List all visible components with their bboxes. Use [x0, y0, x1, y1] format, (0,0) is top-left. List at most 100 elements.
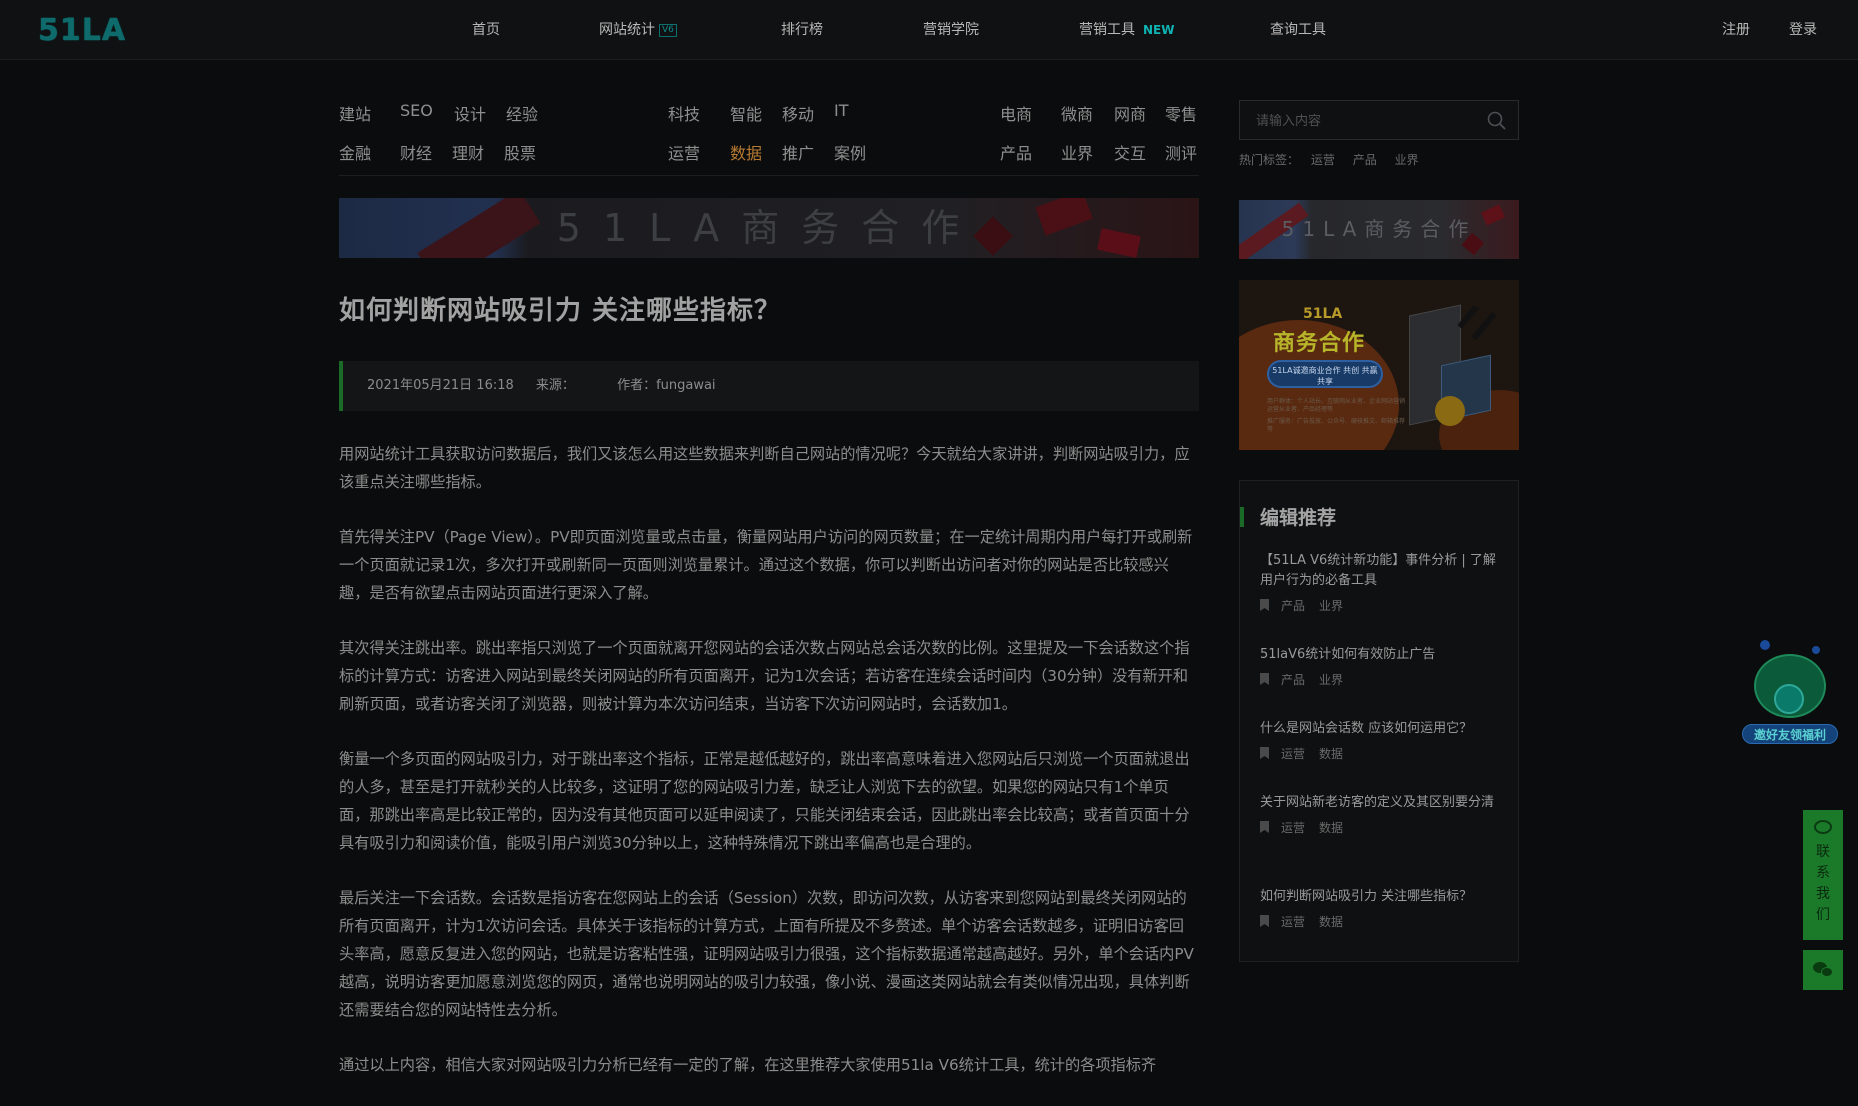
wechat-icon-part [1821, 967, 1833, 977]
banner-brand: 51LA [1303, 306, 1343, 322]
site-logo[interactable]: 51LA [38, 13, 126, 48]
contact-us-button[interactable]: 联系我们 [1803, 810, 1843, 940]
category-link[interactable]: 业界 [1061, 140, 1093, 164]
article-meta: 2021年05月21日 16:18 来源： 作者：fungawai [339, 361, 1199, 411]
article-paragraph: 衡量一个多页面的网站吸引力，对于跳出率这个指标，正常是越低越好的，跳出率高意味着… [339, 750, 1190, 852]
banner-text: 51LA商务合作 [556, 206, 982, 250]
category-link[interactable]: 经验 [506, 101, 538, 125]
article-paragraph: 用网站统计工具获取访问数据后，我们又该怎么用这些数据来判断自己网站的情况呢？今天… [339, 445, 1190, 491]
tag[interactable]: 数据 [1319, 915, 1343, 929]
category-link[interactable]: 理财 [452, 140, 484, 164]
login-link[interactable]: 登录 [1789, 0, 1817, 60]
article-paragraph: 首先得关注PV（Page View）。PV即页面浏览量或点击量，衡量网站用户访问… [339, 528, 1193, 602]
tag[interactable]: 运营 [1281, 915, 1305, 929]
bubble-decoration [1812, 646, 1820, 654]
nav-marketing-tools[interactable]: 营销工具 NEW [1079, 0, 1174, 60]
category-link[interactable]: IT [834, 101, 849, 120]
category-link[interactable]: 测评 [1165, 140, 1197, 164]
nav-home[interactable]: 首页 [472, 0, 500, 60]
tag[interactable]: 数据 [1319, 821, 1343, 835]
coin-icon [1774, 684, 1804, 714]
category-link[interactable]: 推广 [782, 140, 814, 164]
bookmark-icon [1260, 747, 1269, 759]
sidebar-cooperation-banner[interactable]: 51LA商务合作 [1239, 200, 1519, 259]
accent-bar [1240, 507, 1244, 527]
category-link[interactable]: 股票 [504, 140, 536, 164]
category-link[interactable]: 科技 [668, 101, 700, 125]
nav-ranking[interactable]: 排行榜 [781, 0, 823, 60]
nav-query-tools[interactable]: 查询工具 [1270, 0, 1326, 60]
banner-illustration [1435, 396, 1465, 426]
category-link[interactable]: 移动 [782, 101, 814, 125]
recommend-item-title[interactable]: 关于网站新老访客的定义及其区别要分清 [1260, 793, 1500, 813]
recommend-item-title[interactable]: 什么是网站会话数 应该如何运用它？ [1260, 719, 1500, 739]
bookmark-icon [1260, 915, 1269, 927]
category-link[interactable]: 网商 [1114, 101, 1146, 125]
recommend-item[interactable]: 51laV6统计如何有效防止广告 产品 业界 [1260, 645, 1500, 688]
nav-marketing-academy-label: 营销学院 [923, 22, 979, 38]
bookmark-icon [1260, 673, 1269, 685]
v6-badge: V6 [659, 24, 677, 37]
business-cooperation-banner[interactable]: 51LA商务合作 [339, 198, 1199, 258]
nav-site-stats-label: 网站统计 [599, 22, 655, 38]
invite-friends-widget[interactable]: 邀好友领福利 [1740, 636, 1840, 748]
tag[interactable]: 运营 [1281, 747, 1305, 761]
bookmark-icon [1260, 821, 1269, 833]
nav-home-label: 首页 [472, 22, 500, 38]
category-link[interactable]: 电商 [1000, 101, 1032, 125]
tag[interactable]: 业界 [1319, 673, 1343, 687]
article-author: 作者：fungawai [617, 378, 716, 393]
category-link[interactable]: 微商 [1061, 101, 1093, 125]
category-link[interactable]: 零售 [1165, 101, 1197, 125]
category-link[interactable]: 建站 [339, 101, 371, 125]
article-paragraph: 其次得关注跳出率。跳出率指只浏览了一个页面就离开您网站的会话次数占网站总会话次数… [339, 639, 1190, 713]
category-link[interactable]: 设计 [454, 101, 486, 125]
invite-friends-label[interactable]: 邀好友领福利 [1742, 724, 1838, 744]
banner-fineprint: 推广服务：广告投放、公众号、硬核推文、邮箱推荐等 [1267, 418, 1406, 433]
recommend-item[interactable]: 什么是网站会话数 应该如何运用它？ 运营 数据 [1260, 719, 1500, 762]
search-box [1239, 100, 1519, 140]
register-link[interactable]: 注册 [1722, 0, 1750, 60]
category-link[interactable]: 金融 [339, 140, 371, 164]
recommend-item[interactable]: 【51LA V6统计新功能】事件分析 | 了解用户行为的必备工具 产品 业界 [1260, 551, 1500, 614]
article-paragraph: 通过以上内容，相信大家对网站吸引力分析已经有一定的了解，在这里推荐大家使用51l… [339, 1056, 1157, 1074]
recommend-item-tags: 运营 数据 [1260, 913, 1500, 930]
recommend-item[interactable]: 如何判断网站吸引力 关注哪些指标？ 运营 数据 [1260, 887, 1500, 930]
nav-marketing-tools-label: 营销工具 [1079, 22, 1135, 38]
category-link[interactable]: 智能 [730, 101, 762, 125]
recommend-item[interactable]: 关于网站新老访客的定义及其区别要分清 运营 数据 [1260, 793, 1500, 836]
wechat-button[interactable] [1803, 950, 1843, 990]
tag[interactable]: 数据 [1319, 747, 1343, 761]
tag[interactable]: 运营 [1281, 821, 1305, 835]
hot-tag[interactable]: 业界 [1395, 153, 1419, 167]
category-link[interactable]: 产品 [1000, 140, 1032, 164]
hot-tags: 热门标签： 运营 产品 业界 [1239, 151, 1433, 168]
category-grid: 建站 SEO 设计 经验 科技 智能 移动 IT 电商 微商 网商 零售 金融 … [339, 96, 1199, 176]
category-link-active[interactable]: 数据 [730, 140, 762, 164]
hot-tag[interactable]: 运营 [1311, 153, 1335, 167]
recommend-item-title[interactable]: 【51LA V6统计新功能】事件分析 | 了解用户行为的必备工具 [1260, 551, 1500, 591]
hot-tag[interactable]: 产品 [1353, 153, 1377, 167]
banner-pill: 51LA诚邀商业合作 共创 共赢 共享 [1267, 360, 1383, 388]
category-link[interactable]: SEO [400, 101, 433, 120]
nav-site-stats[interactable]: 网站统计 V6 [599, 0, 677, 60]
recommend-item-title[interactable]: 51laV6统计如何有效防止广告 [1260, 645, 1500, 665]
recommend-item-tags: 运营 数据 [1260, 745, 1500, 762]
nav-marketing-academy[interactable]: 营销学院 [923, 0, 979, 60]
bookmark-icon [1260, 599, 1269, 611]
recommend-item-tags: 产品 业界 [1260, 597, 1500, 614]
category-link[interactable]: 交互 [1114, 140, 1146, 164]
recommend-item-title[interactable]: 如何判断网站吸引力 关注哪些指标？ [1260, 887, 1500, 907]
banner-fineprint: 用户群体：个人站长、互联网从业者、企业网站营销运营从业者、产品经理等 [1267, 398, 1406, 413]
bubble-decoration [1760, 640, 1770, 650]
tag[interactable]: 产品 [1281, 673, 1305, 687]
sidebar-promo-banner[interactable]: 51LA 商务合作 51LA诚邀商业合作 共创 共赢 共享 用户群体：个人站长、… [1239, 280, 1519, 450]
category-link[interactable]: 财经 [400, 140, 432, 164]
category-link[interactable]: 运营 [668, 140, 700, 164]
tag[interactable]: 业界 [1319, 599, 1343, 613]
search-input[interactable] [1254, 111, 1474, 131]
category-link[interactable]: 案例 [834, 140, 866, 164]
article-title: 如何判断网站吸引力 关注哪些指标？ [339, 296, 782, 326]
search-icon[interactable] [1486, 110, 1508, 132]
tag[interactable]: 产品 [1281, 599, 1305, 613]
